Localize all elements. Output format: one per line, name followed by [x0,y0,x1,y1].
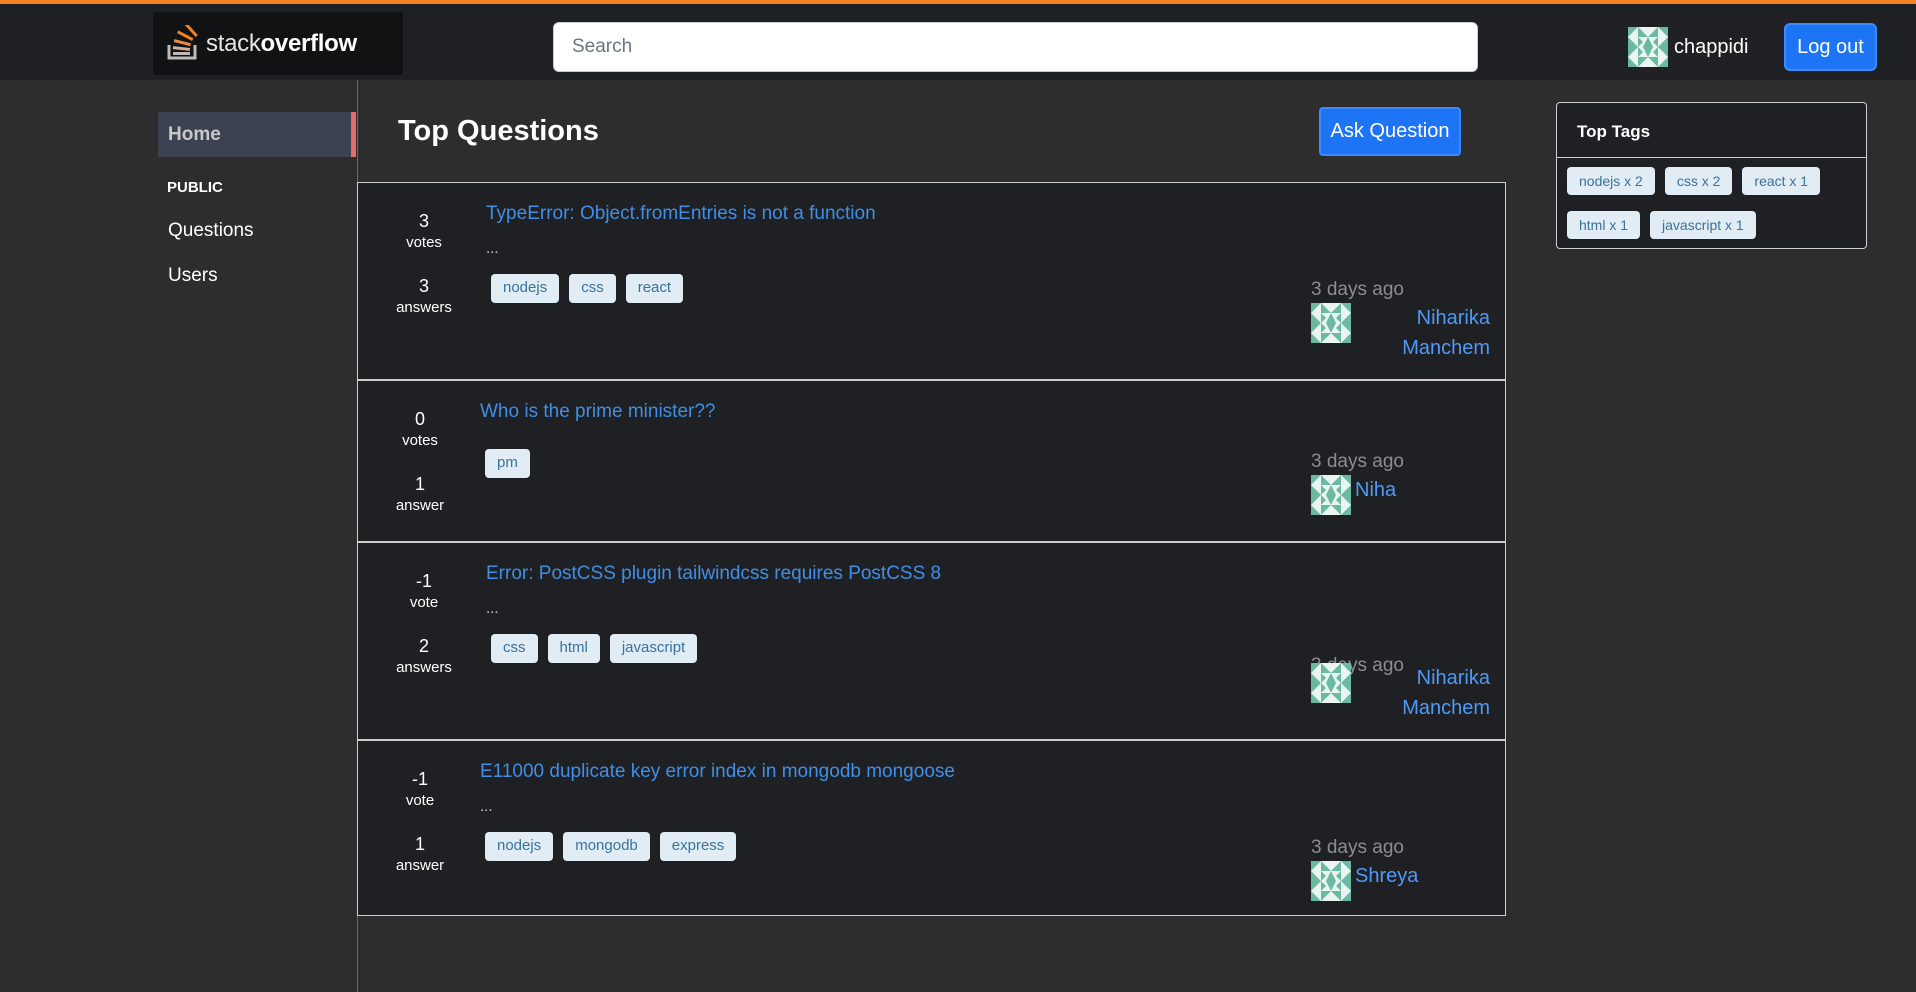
tag-chip[interactable]: css x 2 [1664,167,1733,195]
question-title-link[interactable]: TypeError: Object.fromEntries is not a f… [486,203,876,225]
vote-count: -1 vote [405,769,435,809]
search-input[interactable] [553,22,1478,72]
identicon-avatar-icon [1311,663,1351,703]
question-card: -1 vote 1 answer E11000 duplicate key er… [357,740,1506,916]
question-excerpt: ... [486,600,499,617]
top-navbar: stackoverflow chappidi Log out [0,0,1916,80]
tag-chip[interactable]: html x 1 [1567,211,1641,239]
question-time: 3 days ago [1311,279,1404,300]
tag-chip[interactable]: pm [485,449,530,478]
sidebar-section-public: PUBLIC [167,179,223,196]
tag-chip[interactable]: javascript x 1 [1650,211,1756,239]
answer-count: 2 answers [396,636,452,676]
question-tags: css html javascript [491,634,698,663]
tag-chip[interactable]: nodejs [485,832,554,861]
tag-chip[interactable]: nodejs [491,274,560,303]
author-link[interactable]: Shreya [1355,861,1418,891]
identicon-avatar-icon [1311,475,1351,515]
page-title: Top Questions [398,115,599,147]
identicon-avatar-icon [1311,303,1351,343]
question-title-link[interactable]: E11000 duplicate key error index in mong… [480,761,955,783]
question-tags: nodejs mongodb express [485,832,737,861]
question-time: 3 days ago [1311,451,1404,472]
identicon-avatar-icon [1311,861,1351,901]
vote-count: 0 votes [402,409,438,449]
tag-chip[interactable]: css [491,634,538,663]
answer-count: 3 answers [396,276,452,316]
question-card: 3 votes 3 answers TypeError: Object.from… [357,182,1506,380]
sidebar-item-home[interactable]: Home [158,112,356,157]
question-time: 3 days ago [1311,837,1404,858]
question-tags: pm [485,449,530,478]
tag-chip[interactable]: mongodb [563,832,650,861]
tag-chip[interactable]: react [625,274,684,303]
author-link[interactable]: Niharika Manchem [1402,663,1490,723]
author-link[interactable]: Niharika Manchem [1402,303,1490,363]
tag-chip[interactable]: html [547,634,600,663]
tag-chip[interactable]: express [659,832,737,861]
sidebar-item-users[interactable]: Users [168,265,218,287]
question-excerpt: ... [480,798,493,815]
logo-text: stackoverflow [206,29,357,57]
question-title-link[interactable]: Who is the prime minister?? [480,401,715,423]
stackoverflow-logo[interactable]: stackoverflow [153,12,403,75]
left-sidebar [0,80,358,992]
tag-chip[interactable]: css [569,274,616,303]
sidebar-item-questions[interactable]: Questions [168,220,254,242]
ask-question-button[interactable]: Ask Question [1319,107,1461,156]
question-tags: nodejs css react [491,274,684,303]
top-tags-list: nodejs x 2 css x 2 react x 1 html x 1 ja… [1557,158,1866,239]
tag-chip[interactable]: react x 1 [1742,167,1821,195]
author-link[interactable]: Niha [1355,475,1396,505]
stackoverflow-logo-icon [165,21,203,63]
tag-chip[interactable]: nodejs x 2 [1567,167,1655,195]
question-card: 0 votes 1 answer Who is the prime minist… [357,380,1506,542]
question-excerpt: ... [486,240,499,257]
answer-count: 1 answer [395,474,445,514]
answer-count: 1 answer [395,834,445,874]
username: chappidi [1674,35,1749,58]
question-card: -1 vote 2 answers Error: PostCSS plugin … [357,542,1506,740]
tag-chip[interactable]: javascript [609,634,698,663]
top-tags-title: Top Tags [1557,103,1866,158]
vote-count: -1 vote [409,571,439,611]
top-tags-panel: Top Tags nodejs x 2 css x 2 react x 1 ht… [1556,102,1867,249]
identicon-avatar-icon [1628,27,1668,67]
logout-button[interactable]: Log out [1784,23,1877,71]
vote-count: 3 votes [406,211,442,251]
question-title-link[interactable]: Error: PostCSS plugin tailwindcss requir… [486,563,941,585]
user-profile[interactable]: chappidi [1628,27,1749,67]
